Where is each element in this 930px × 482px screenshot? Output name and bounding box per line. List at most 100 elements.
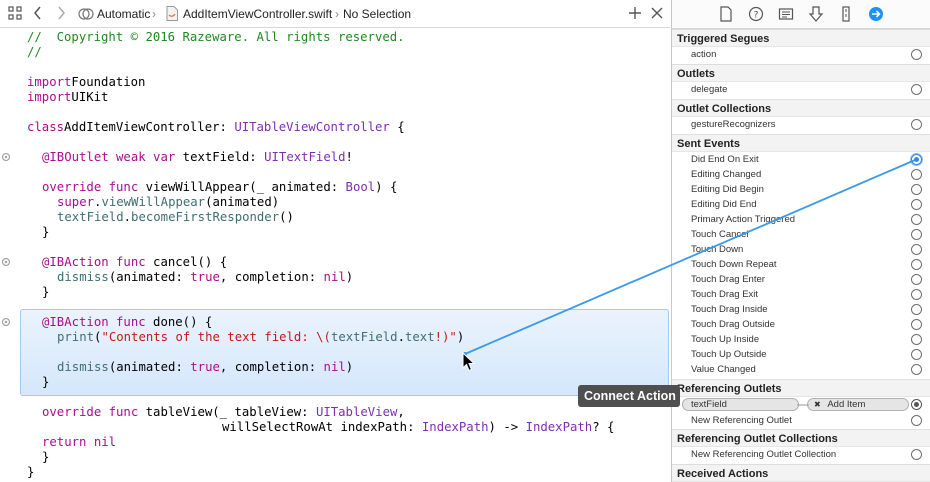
source-editor[interactable]: Automatic › AddItemViewController.swift … [0,0,670,482]
outlet-pill[interactable]: textField [682,398,799,411]
code-token: ! [345,150,353,164]
sent-event-row[interactable]: Primary Action Triggered [672,212,930,227]
connection-circle[interactable] [911,49,922,60]
connection-circle[interactable] [911,289,922,300]
code-token: true [190,270,220,284]
outlet-collection-row[interactable]: gestureRecognizers [672,117,930,132]
connection-circle[interactable] [911,184,922,195]
remove-connection-icon[interactable]: ✖ [814,400,821,409]
connection-circle[interactable] [911,304,922,315]
connection-circle[interactable] [911,169,922,180]
connections-inspector-icon[interactable] [868,6,884,22]
code-token: { [389,120,405,134]
connection-circle[interactable] [911,244,922,255]
close-editor-icon[interactable] [651,6,663,25]
code-line: } [27,225,49,240]
connection-circle[interactable] [911,259,922,270]
related-items-grid-icon[interactable] [8,6,22,25]
code-token: ) [345,360,354,374]
sent-event-row[interactable]: Editing Did Begin [672,182,930,197]
sent-event-row[interactable]: Value Changed [672,362,930,377]
identity-inspector-icon[interactable] [778,6,794,22]
new-referencing-outlet-collection-label: New Referencing Outlet Collection [691,449,837,460]
connection-circle[interactable] [911,449,922,460]
code-token: AddItemViewController: [64,120,235,134]
attributes-inspector-icon[interactable] [808,6,824,22]
code-line: willSelectRowAt indexPath: IndexPath) ->… [27,420,614,435]
code-area[interactable]: // Copyright © 2016 Razeware. All rights… [0,28,670,482]
swift-file-icon [166,6,178,26]
connection-circle[interactable] [911,214,922,225]
code-token: "Contents of the text field: \( [101,330,331,344]
sent-event-label: Touch Drag Exit [691,289,759,300]
code-token: ) [456,330,465,344]
action-connection-dot[interactable] [2,318,10,326]
quick-help-icon[interactable]: ? [748,6,764,22]
outlet-row[interactable]: delegate [672,82,930,97]
connected-circle[interactable] [911,399,922,410]
sent-event-row[interactable]: Touch Drag Outside [672,317,930,332]
code-line: print("Contents of the text field: \(tex… [27,330,464,345]
connection-circle[interactable] [911,229,922,240]
code-token: UITextField [264,150,346,164]
code-token: textField: [175,150,265,164]
code-token: print [57,330,95,344]
code-line: classAddItemViewController: UITableViewC… [27,120,405,135]
sent-event-label: Touch Drag Enter [691,274,765,285]
code-token: IndexPath [421,420,489,434]
sent-event-label: Editing Did Begin [691,184,764,195]
sent-event-row[interactable]: Touch Down [672,242,930,257]
sent-event-row[interactable]: Did End On Exit [672,152,930,167]
sent-event-row[interactable]: Touch Down Repeat [672,257,930,272]
code-token: ) [345,270,354,284]
connection-circle[interactable] [911,319,922,330]
segue-row[interactable]: action [672,47,930,62]
code-line: @IBAction func cancel() { [27,255,227,270]
code-line: } [27,285,49,300]
breadcrumb-file[interactable]: AddItemViewController.swift [183,0,332,28]
sent-event-row[interactable]: Editing Changed [672,167,930,182]
code-token: class [27,120,65,134]
sent-event-row[interactable]: Touch Drag Inside [672,302,930,317]
new-referencing-outlet-collection-row[interactable]: New Referencing Outlet Collection [672,447,930,462]
connection-circle[interactable] [911,334,922,345]
outlet-collection-row-label: gestureRecognizers [691,119,776,130]
code-token: , completion: [219,270,324,284]
section-outlet-collections: Outlet Collections [672,99,930,117]
sent-event-label: Touch Drag Inside [691,304,768,315]
assistant-link-icon[interactable] [78,6,94,27]
connection-circle[interactable] [911,349,922,360]
add-editor-plus-icon[interactable] [628,6,642,25]
connection-circle[interactable] [911,274,922,285]
jump-bar: Automatic › AddItemViewController.swift … [0,0,670,28]
connection-circle[interactable] [911,199,922,210]
code-token: UITableViewController [234,120,390,134]
size-inspector-icon[interactable] [838,6,854,22]
connection-circle[interactable] [911,364,922,375]
action-connection-dot[interactable] [2,258,10,266]
assistant-mode-label[interactable]: Automatic [97,0,150,28]
section-triggered-segues: Triggered Segues [672,29,930,47]
new-referencing-outlet-row[interactable]: New Referencing Outlet [672,413,930,428]
code-token: import [27,75,72,89]
breadcrumb-selection[interactable]: No Selection [343,0,411,28]
target-pill[interactable]: ✖ Add Item [807,398,909,411]
sent-event-row[interactable]: Touch Cancel [672,227,930,242]
breadcrumb-separator: › [152,7,156,21]
sent-event-row[interactable]: Touch Drag Exit [672,287,930,302]
connection-circle[interactable] [911,119,922,130]
code-token: . [397,330,405,344]
outlet-connection-dot[interactable] [2,153,10,161]
sent-event-label: Did End On Exit [691,154,759,165]
active-connection-circle[interactable] [911,154,922,165]
sent-event-row[interactable]: Editing Did End [672,197,930,212]
connection-circle[interactable] [911,84,922,95]
file-inspector-icon[interactable] [718,6,734,22]
back-arrow-icon[interactable] [33,6,43,25]
sent-event-row[interactable]: Touch Up Inside [672,332,930,347]
sent-event-row[interactable]: Touch Drag Enter [672,272,930,287]
connection-circle[interactable] [911,415,922,426]
sent-event-row[interactable]: Touch Up Outside [672,347,930,362]
referencing-outlet-row[interactable]: textField ✖ Add Item [672,397,930,413]
forward-arrow-icon[interactable] [56,6,66,25]
